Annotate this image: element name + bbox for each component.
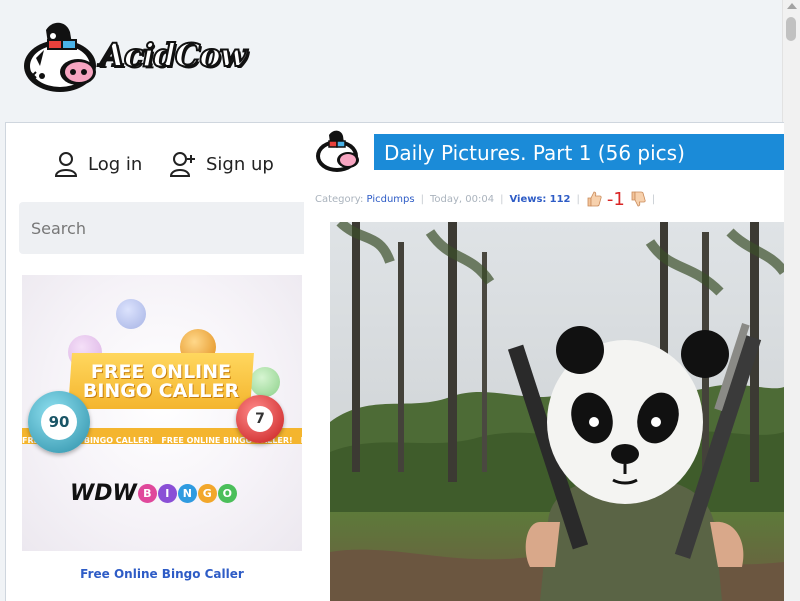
signup-link[interactable]: Sign up [170,151,274,177]
search-input[interactable] [19,202,303,254]
ad-brand-ball: G [197,484,217,503]
bingo-ball-90-number: 90 [41,404,77,440]
bingo-ball-90: 90 [28,391,90,453]
meta-separator: | [651,193,656,205]
ad-brand-ball: I [157,484,177,503]
ad-caption-link[interactable]: Free Online Bingo Caller [22,567,302,581]
bingo-ball-7: 7 [236,395,284,443]
ad-headline: FREE ONLINE BINGO CALLER [70,363,252,401]
meta-separator: | [420,193,424,205]
ad-brand-ball: B [137,484,157,503]
site-logo[interactable]: AcidCow [22,20,248,96]
cow-mascot-icon [316,130,359,172]
signup-label: Sign up [206,153,274,175]
article-photo[interactable] [330,222,784,601]
ad-headline-line2: BINGO CALLER [82,380,240,402]
user-plus-icon [170,152,195,177]
ad-brand-ball: O [217,484,237,503]
photo-panda-mask-with-guns [330,222,784,601]
login-link[interactable]: Log in [54,151,142,177]
ad-banner[interactable]: FREE ONLINE BINGO CALLER FREE ONLINE BIN… [22,275,302,551]
category-label: Category: [315,193,364,205]
rating-value: -1 [606,188,625,210]
login-label: Log in [88,153,143,175]
ad-brand-prefix: WDW [70,481,137,506]
ad-ribbon-text: FREE ONLINE BINGO CALLER! [301,436,302,444]
bingo-ball-decoration [116,299,146,329]
scroll-up-arrow-icon[interactable] [787,3,797,9]
ad-brand-ball: N [177,484,197,503]
user-icon [54,152,78,177]
views-count: 112 [549,193,571,205]
article-meta: Category: Picdumps | Today, 00:04 | View… [315,187,661,211]
thumbs-down-icon[interactable] [630,191,646,207]
scroll-thumb[interactable] [786,17,796,41]
article-title-bar: Daily Pictures. Part 1 (56 pics) [374,134,784,170]
search-box [19,202,304,254]
thumbs-up-icon[interactable] [586,191,602,207]
meta-separator: | [500,193,504,205]
category-link[interactable]: Picdumps [367,194,415,205]
meta-separator: | [576,193,580,205]
article-date: Today, 00:04 [429,193,495,205]
logo-wordmark: AcidCow [99,35,248,75]
vertical-scrollbar[interactable] [782,0,800,600]
article-title[interactable]: Daily Pictures. Part 1 (56 pics) [384,141,685,165]
bingo-ball-decoration [250,367,280,397]
cow-mascot-icon [24,22,96,92]
bingo-ball-7-number: 7 [247,406,273,432]
views-label: Views: [509,193,547,205]
content-panel: Log in Sign up FREE ONLINE BINGO CALLER … [5,122,784,601]
ad-brand: WDW B I N G O [70,481,237,506]
